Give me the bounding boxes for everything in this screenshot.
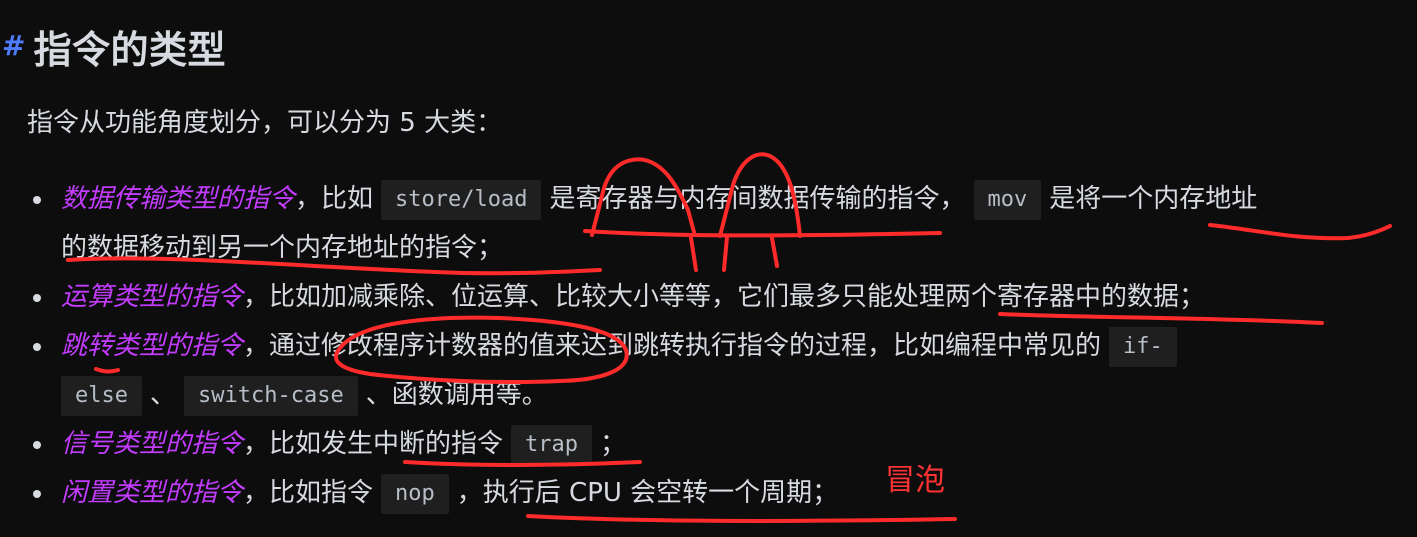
line-1: 跳转类型的指令，通过修改程序计数器的值来达到跳转执行指令的过程，比如编程中常见的… (61, 322, 1367, 371)
list-item-text: ； (600, 429, 627, 459)
inline-code: trap (511, 424, 593, 465)
list-item-text: ，比如加减乘除、位运算、比较大小等等，它们最多只能处理两个寄存器中的数据； (243, 282, 1206, 312)
list-item-text: 的数据移动到另一个内存地址的指令； (61, 233, 504, 263)
list-item-text: ，比如 (295, 184, 374, 214)
inline-code: mov (973, 179, 1042, 220)
list-item-data-transfer: 数据传输类型的指令，比如 store/load 是寄存器与内存间数据传输的指令， mo… (27, 175, 1367, 273)
inline-code: if- (1109, 326, 1177, 367)
list-item-text: 、 (149, 380, 176, 410)
list-item-text: 是将一个内存地址 (1049, 184, 1258, 214)
list-item-text: ，通过修改程序计数器的值来达到跳转执行指令的过程，比如编程中常见的 (243, 331, 1102, 361)
list-item-text: 、函数调用等。 (365, 380, 548, 410)
list-item-title: 闲置类型的指令 (61, 478, 244, 508)
heading-hash-icon: # (2, 29, 26, 62)
inline-code: else (61, 375, 142, 416)
line-2: 的数据移动到另一个内存地址的指令； (61, 224, 1367, 273)
list-item-text: ，比如指令 (243, 478, 374, 508)
list-item-idle: 闲置类型的指令，比如指令 nop ，执行后 CPU 会空转一个周期； (27, 469, 1367, 518)
section-heading: # 指令的类型 (0, 18, 226, 74)
list-item-signal: 信号类型的指令，比如发生中断的指令 trap； (27, 420, 1367, 469)
list-item-text: ，执行后 CPU 会空转一个周期； (456, 478, 839, 508)
annotation-label: 冒泡 (885, 463, 945, 498)
markdown-document: # 指令的类型 指令从功能角度划分，可以分为 5 大类： 数据传输类型的指令，比… (0, 0, 1417, 537)
instruction-type-list: 数据传输类型的指令，比如 store/load 是寄存器与内存间数据传输的指令， mo… (27, 175, 1367, 518)
inline-code: nop (381, 473, 449, 514)
heading-title: 指令的类型 (33, 27, 226, 72)
list-item-jump: 跳转类型的指令，通过修改程序计数器的值来达到跳转执行指令的过程，比如编程中常见的… (27, 322, 1367, 420)
line-1: 数据传输类型的指令，比如 store/load 是寄存器与内存间数据传输的指令， mo… (61, 175, 1367, 224)
list-item-title: 数据传输类型的指令 (61, 184, 296, 214)
list-item-title: 运算类型的指令 (61, 282, 244, 312)
inline-code: switch-case (184, 375, 358, 416)
list-item-operation: 运算类型的指令，比如加减乘除、位运算、比较大小等等，它们最多只能处理两个寄存器中… (27, 273, 1367, 322)
list-item-title: 信号类型的指令 (61, 429, 244, 459)
line-2: else、 switch-case 、函数调用等。 (61, 371, 1367, 420)
list-item-title: 跳转类型的指令 (61, 331, 244, 361)
list-item-text: 是寄存器与内存间数据传输的指令， (549, 184, 966, 214)
inline-code: store/load (381, 179, 542, 220)
intro-paragraph: 指令从功能角度划分，可以分为 5 大类： (27, 108, 503, 138)
list-item-text: ，比如发生中断的指令 (243, 429, 504, 459)
